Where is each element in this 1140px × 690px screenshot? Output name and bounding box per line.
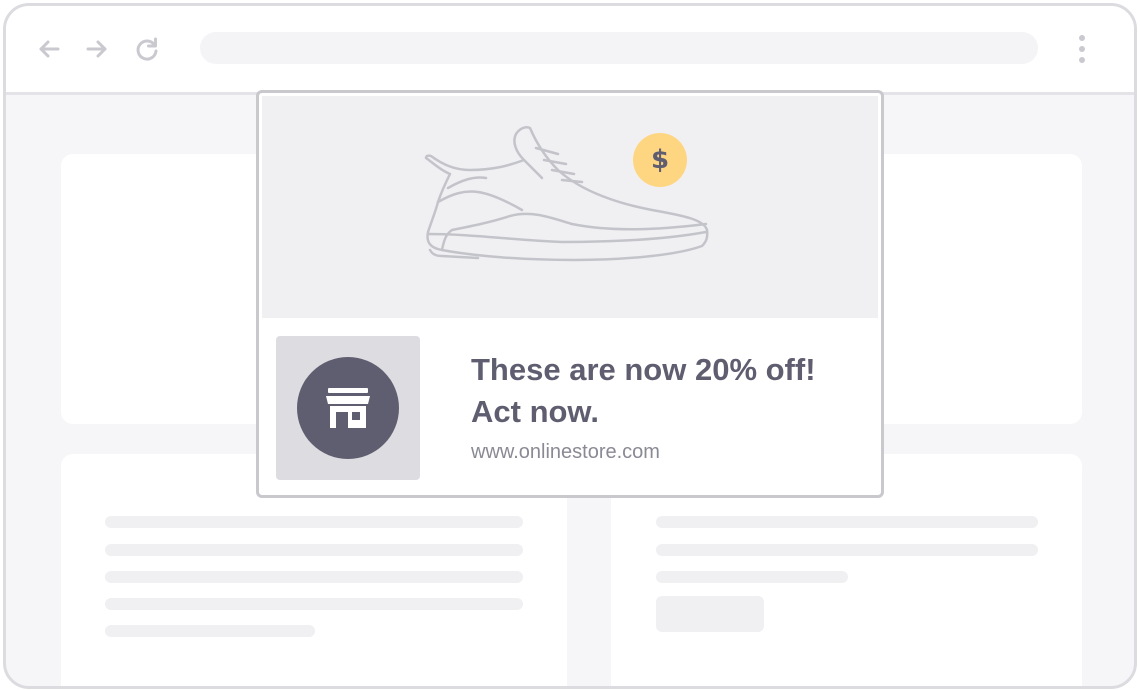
text-placeholder-line	[105, 516, 523, 528]
address-bar[interactable]	[200, 32, 1038, 64]
arrow-left-icon[interactable]	[34, 34, 64, 64]
text-placeholder-line	[656, 516, 1038, 528]
arrow-right-icon[interactable]	[82, 34, 112, 64]
content-card-top-right	[866, 154, 1082, 424]
notification-url[interactable]: www.onlinestore.com	[471, 441, 660, 464]
text-placeholder-line	[105, 598, 523, 610]
text-placeholder-line	[105, 625, 315, 637]
text-placeholder-line	[105, 544, 523, 556]
browser-window: $ These are now 20% off! Act now. www.on…	[3, 3, 1137, 689]
kebab-menu-icon[interactable]	[1072, 32, 1092, 66]
notification-headline: These are now 20% off! Act now.	[471, 349, 871, 433]
button-placeholder[interactable]	[656, 596, 764, 632]
text-placeholder-line	[105, 571, 523, 583]
text-placeholder-line	[656, 544, 1038, 556]
store-logo-tile	[276, 336, 420, 480]
text-placeholder-line	[656, 571, 848, 583]
product-image: $	[262, 96, 878, 318]
storefront-icon	[297, 357, 399, 459]
browser-toolbar	[6, 6, 1134, 95]
dollar-badge-icon: $	[633, 133, 687, 187]
reload-icon[interactable]	[132, 34, 162, 64]
push-notification[interactable]: $ These are now 20% off! Act now. www.on…	[256, 90, 884, 498]
headline-line-2: Act now.	[471, 394, 600, 429]
headline-line-1: These are now 20% off!	[471, 352, 816, 387]
